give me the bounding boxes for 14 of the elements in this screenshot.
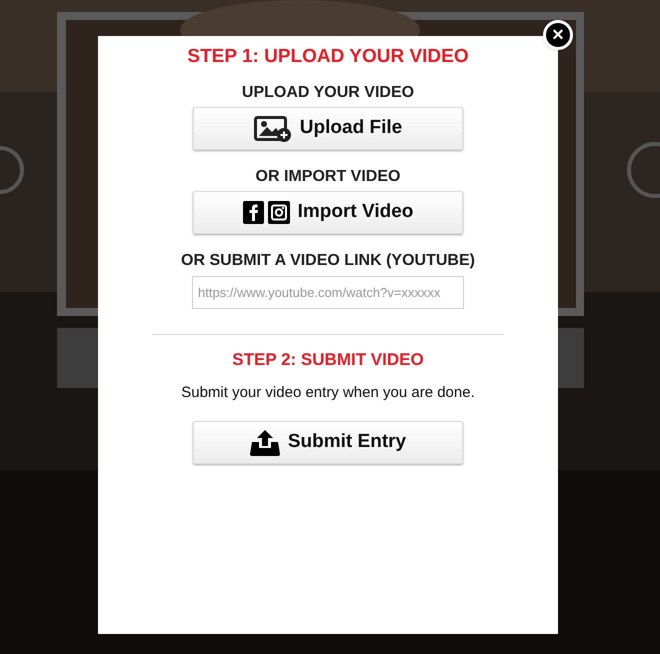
upload-icon: [250, 430, 280, 456]
image-add-icon: [254, 116, 292, 142]
step-title: STEP 1: UPLOAD YOUR VIDEO: [187, 46, 469, 68]
import-video-button[interactable]: Import Video: [193, 191, 463, 234]
section-heading: UPLOAD YOUR VIDEO: [242, 83, 414, 103]
instagram-icon: [268, 201, 290, 224]
instruction-text: Submit your video entry when you are done.: [181, 383, 475, 403]
section-heading: OR SUBMIT A VIDEO LINK (YOUTUBE): [181, 251, 475, 271]
step-title: STEP 2: SUBMIT VIDEO: [232, 349, 424, 371]
submit-entry-button[interactable]: Submit Entry: [193, 421, 463, 464]
video-link-field[interactable]: https://www.youtube.com/watch?v=xxxxxx: [192, 276, 464, 309]
facebook-icon: [242, 201, 264, 224]
section-heading: OR IMPORT VIDEO: [256, 167, 400, 187]
upload-file-button[interactable]: Upload File: [193, 107, 463, 150]
